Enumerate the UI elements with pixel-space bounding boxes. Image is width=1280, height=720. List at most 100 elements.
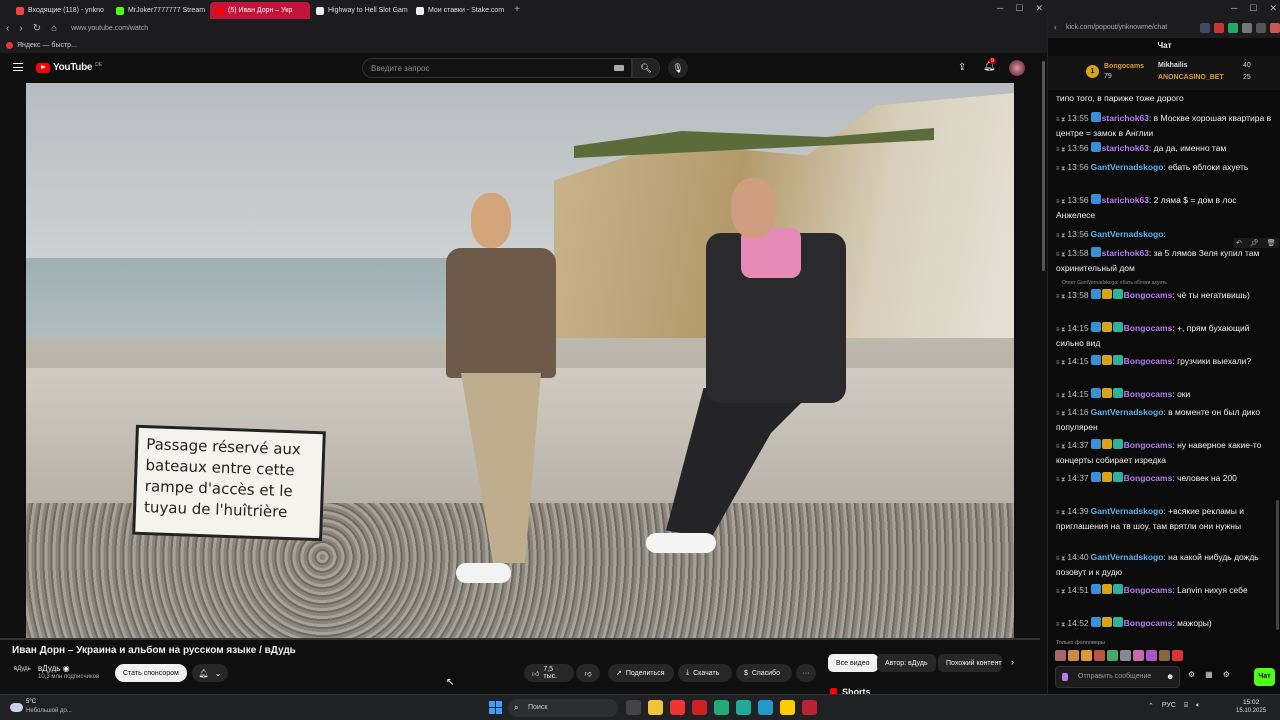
account-avatar[interactable]: [1009, 60, 1025, 76]
file-explorer-icon[interactable]: [648, 700, 663, 715]
message-mod-icon[interactable]: ≡ ⧗: [1056, 233, 1065, 239]
message-username[interactable]: Bongocams: [1124, 290, 1173, 300]
close-icon[interactable]: ✕: [1035, 3, 1043, 14]
close-icon[interactable]: ✕: [1269, 3, 1277, 14]
app-icon[interactable]: [714, 700, 729, 715]
chat-message-list[interactable]: типо того, в париже тоже дорого ≡ ⧗ 13:55 s…: [1048, 90, 1280, 635]
chip-all-videos[interactable]: Все видео: [828, 654, 878, 672]
message-username[interactable]: GantVernadskogo: [1091, 407, 1164, 417]
message-username[interactable]: starichok63: [1102, 195, 1149, 205]
minimize-icon[interactable]: ─: [1231, 3, 1237, 14]
page-scrollbar[interactable]: [1040, 53, 1047, 693]
telegram-icon[interactable]: [758, 700, 773, 715]
emote-icon[interactable]: [1055, 650, 1066, 661]
opera-gx-icon[interactable]: [802, 700, 817, 715]
delete-icon[interactable]: 🗑︎: [1267, 239, 1276, 247]
back-icon[interactable]: ‹: [1054, 23, 1057, 32]
sticky-notes-icon[interactable]: [780, 700, 795, 715]
message-username[interactable]: Bongocams: [1124, 389, 1173, 399]
browser-tab[interactable]: MrJoker7777777 Stream: [110, 2, 210, 19]
home-icon[interactable]: ⌂: [51, 23, 57, 34]
chat-message[interactable]: ≡ ⧗ 14:39 GantVernadskogo: +всякие рекламы…: [1056, 505, 1276, 533]
leaderboard-third-name[interactable]: ANONCASINO_BET: [1158, 74, 1224, 81]
message-mod-icon[interactable]: ≡ ⧗: [1056, 556, 1065, 562]
search-input[interactable]: Введите запрос: [362, 58, 632, 78]
back-icon[interactable]: ‹: [6, 23, 9, 34]
emote-icon[interactable]: [1172, 650, 1183, 661]
chat-message[interactable]: ≡ ⧗ 13:55 starichok63: в Москве хорошая кв…: [1056, 112, 1276, 140]
extension-icon[interactable]: [1242, 23, 1252, 33]
chat-message[interactable]: ≡ ⧗ 14:16 GantVernadskogo: в моменте он бы…: [1056, 406, 1276, 434]
message-mod-icon[interactable]: ≡ ⧗: [1056, 477, 1065, 483]
message-username[interactable]: Bongocams: [1124, 440, 1173, 450]
emote-icon[interactable]: [1133, 650, 1144, 661]
new-tab-button[interactable]: +: [510, 4, 524, 15]
app-icon[interactable]: [736, 700, 751, 715]
message-mod-icon[interactable]: ≡ ⧗: [1056, 622, 1065, 628]
message-username[interactable]: starichok63: [1102, 248, 1149, 258]
search-button[interactable]: 🔍︎: [632, 58, 660, 78]
task-view-icon[interactable]: [626, 700, 641, 715]
more-actions-button[interactable]: ···: [796, 664, 816, 682]
chat-message[interactable]: ≡ ⧗ 13:58 Bongocams: чё ты негативишь): [1056, 289, 1276, 304]
message-username[interactable]: starichok63: [1102, 113, 1149, 123]
upload-icon[interactable]: ⇪: [958, 62, 966, 73]
message-username[interactable]: Bongocams: [1124, 356, 1173, 366]
message-mod-icon[interactable]: ≡ ⧗: [1056, 393, 1065, 399]
emote-icon[interactable]: [1081, 650, 1092, 661]
chevron-right-icon[interactable]: ›: [1011, 657, 1014, 667]
volume-icon[interactable]: 🔈︎: [1196, 702, 1200, 710]
message-mod-icon[interactable]: ≡ ⧗: [1056, 327, 1065, 333]
chat-message[interactable]: ≡ ⧗ 14:37 Bongocams: ну наверное какие-то …: [1056, 439, 1276, 467]
extension-icon[interactable]: [1214, 23, 1224, 33]
message-mod-icon[interactable]: ≡ ⧗: [1056, 117, 1065, 123]
weather-icon[interactable]: [10, 703, 23, 712]
youtube-logo[interactable]: YouTube DE: [36, 62, 102, 73]
message-mod-icon[interactable]: ≡ ⧗: [1056, 147, 1065, 153]
video-player[interactable]: Passage réservé aux bateaux entre cette …: [26, 83, 1014, 638]
keyboard-language[interactable]: РУС: [1162, 702, 1176, 710]
bookmark-yandex[interactable]: Яндекс — быстр...: [17, 42, 77, 49]
browser-tab[interactable]: Входящие (118) - ynkno: [10, 2, 110, 19]
chat-message[interactable]: ≡ ⧗ 13:56 GantVernadskogo: ебать яблоки ах…: [1056, 161, 1276, 176]
message-username[interactable]: GantVernadskogo: [1091, 552, 1164, 562]
gear-icon[interactable]: ⚙: [1223, 670, 1230, 679]
pin-icon[interactable]: 📌︎: [1250, 239, 1259, 247]
reload-icon[interactable]: ↻: [33, 23, 41, 34]
chat-url-field[interactable]: kick.com/popout/ynknowme/chat: [1066, 24, 1167, 31]
message-mod-icon[interactable]: ≡ ⧗: [1056, 444, 1065, 450]
yandex-browser-icon[interactable]: [670, 700, 685, 715]
start-button[interactable]: [489, 701, 502, 714]
emote-icon[interactable]: [1120, 650, 1131, 661]
browser-tab[interactable]: (5) Иван Дорн – Укр: [210, 2, 310, 19]
subscription-bell-button[interactable]: 🔔︎ ⌄: [192, 664, 228, 682]
forward-icon[interactable]: ›: [19, 23, 22, 34]
message-username[interactable]: GantVernadskogo: [1091, 506, 1164, 516]
message-mod-icon[interactable]: ≡ ⧗: [1056, 252, 1065, 258]
chat-message[interactable]: типо того, в париже тоже дорого: [1056, 92, 1276, 105]
menu-icon[interactable]: [13, 63, 23, 71]
leaderboard-second-name[interactable]: Mikhailis: [1158, 62, 1188, 69]
browser-tab[interactable]: Highway to Hell Slot Gam: [310, 2, 410, 19]
chat-message-input[interactable]: Отправить сообщение: [1055, 666, 1180, 688]
channel-avatar[interactable]: вДудь: [14, 666, 32, 680]
message-mod-icon[interactable]: ≡ ⧗: [1056, 199, 1065, 205]
extension-icon[interactable]: [1228, 23, 1238, 33]
message-mod-icon[interactable]: ≡ ⧗: [1056, 589, 1065, 595]
share-button[interactable]: ↗ Поделиться: [608, 664, 674, 682]
leaderboard-first-name[interactable]: Bongocams: [1104, 63, 1144, 70]
emoji-icon[interactable]: ☻: [1166, 672, 1174, 681]
taskbar-search[interactable]: Поиск: [508, 699, 618, 717]
message-username[interactable]: Bongocams: [1124, 473, 1173, 483]
chip-similar[interactable]: Похожий контент: [938, 654, 1002, 672]
emote-icon[interactable]: [1094, 650, 1105, 661]
message-username[interactable]: GantVernadskogo: [1091, 229, 1164, 239]
chat-message[interactable]: ≡ ⧗ 14:15 Bongocams: грузчики выехали?: [1056, 355, 1276, 370]
message-username[interactable]: Bongocams: [1124, 323, 1173, 333]
chat-message[interactable]: ≡ ⧗ 13:56 starichok63: 2 ляма $ = дом в ло…: [1056, 194, 1276, 222]
chat-message[interactable]: ≡ ⧗ 13:56 starichok63: да да, именно там: [1056, 142, 1276, 157]
chip-author[interactable]: Автор: вДудь: [877, 654, 936, 672]
voice-search-button[interactable]: 🎙︎: [668, 58, 688, 78]
extension-icon[interactable]: [1270, 23, 1280, 33]
dislike-button[interactable]: 👎︎: [576, 664, 600, 682]
